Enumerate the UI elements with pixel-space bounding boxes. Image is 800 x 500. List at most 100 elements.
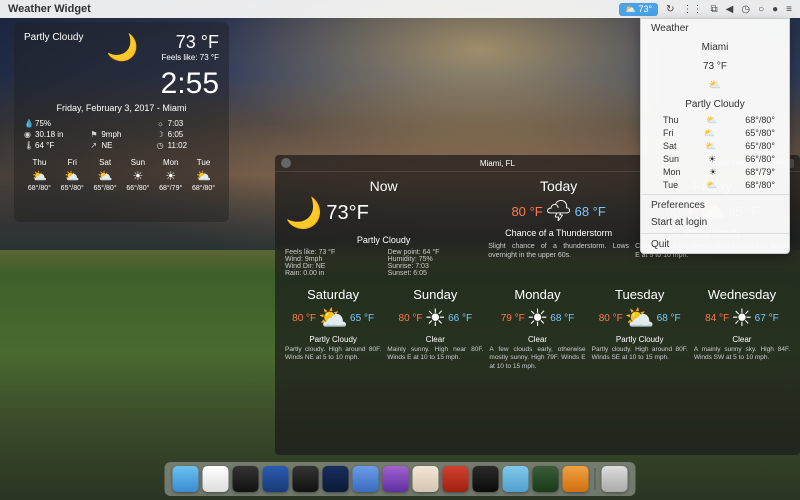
dock-trash[interactable] xyxy=(602,466,628,492)
dropdown-quit[interactable]: Quit xyxy=(641,236,789,253)
ws-sunset: ☽6:05 xyxy=(157,130,219,139)
forecast-day-card: Sunday 80 °F ☀ 66 °F Clear Mainly sunny.… xyxy=(387,287,483,371)
spotlight-icon[interactable]: ○ xyxy=(758,4,764,15)
dock-finder[interactable] xyxy=(173,466,199,492)
day-condition: Partly Cloudy xyxy=(592,335,688,344)
dock-app[interactable] xyxy=(503,466,529,492)
ws-temperature: 73 °F xyxy=(162,32,219,53)
forecast-day-card: Wednesday 84 °F ☀ 67 °F Clear A mainly s… xyxy=(694,287,790,371)
menubar-weather-indicator[interactable]: ⛅ 73° xyxy=(619,3,658,16)
now-feels: Feels like: 73 °F xyxy=(285,249,380,256)
day-desc: A few clouds early, otherwise mostly sun… xyxy=(489,346,585,371)
volume-icon[interactable]: ◀ xyxy=(726,4,734,15)
ws-wind-dir: ↗NE xyxy=(90,141,152,150)
today-desc: Slight chance of a thunderstorm. Lows ov… xyxy=(488,242,629,260)
storm-icon: 🌩 xyxy=(545,198,573,224)
menubar: Weather Widget ⛅ 73° ↻ ⋮⋮ ⧉ ◀ ◷ ○ ● ≡ xyxy=(0,0,800,18)
dock-app[interactable] xyxy=(293,466,319,492)
ws-feels-like: Feels like: 73 °F xyxy=(162,53,219,62)
dropdown-preferences[interactable]: Preferences xyxy=(641,197,789,214)
dock-app[interactable] xyxy=(263,466,289,492)
day-hi: 80 °F xyxy=(399,313,423,324)
day-condition: Clear xyxy=(694,335,790,344)
sunset-icon: ☽ xyxy=(157,130,166,139)
day-desc: A mainly sunny sky. High 84F. Winds SW a… xyxy=(694,346,790,363)
dock xyxy=(165,462,636,496)
notification-icon[interactable]: ● xyxy=(772,4,778,15)
now-wind: Wind: 9mph xyxy=(285,256,380,263)
wifi-icon[interactable]: ⋮⋮ xyxy=(682,4,702,15)
clock-icon[interactable]: ◷ xyxy=(741,4,750,15)
dock-app[interactable] xyxy=(563,466,589,492)
refresh-icon[interactable]: ↻ xyxy=(666,4,674,15)
ws-time: 2:55 xyxy=(24,67,219,101)
day-title: Saturday xyxy=(285,287,381,302)
dock-app[interactable] xyxy=(383,466,409,492)
dropdown-forecast-row: Fri⛅65°/80° xyxy=(641,127,789,140)
now-wind-dir: Wind Dir: NE xyxy=(285,263,380,270)
forecast-day-card: Saturday 80 °F ⛅ 65 °F Partly Cloudy Par… xyxy=(285,287,381,371)
day-title: Monday xyxy=(489,287,585,302)
menu-icon[interactable]: ≡ xyxy=(786,4,792,15)
forecast-day-card: Monday 79 °F ☀ 68 °F Clear A few clouds … xyxy=(489,287,585,371)
today-title: Today xyxy=(488,178,629,194)
day-desc: Partly cloudy. High around 80F. Winds SE… xyxy=(592,346,688,363)
ws-forecast-day: Thu⛅68°/80° xyxy=(24,158,55,192)
weather-icon: ☀ xyxy=(731,304,753,333)
dropdown-location: Miami xyxy=(641,38,789,57)
sunrise-icon: ☼ xyxy=(157,119,166,128)
today-lo: 68 °F xyxy=(575,204,606,219)
now-dew: Dew point: 64 °F xyxy=(388,249,483,256)
now-rain: Rain: 0.00 in xyxy=(285,270,380,277)
clock-icon: ◷ xyxy=(157,141,166,150)
ws-weather-icon: 🌙 xyxy=(106,32,138,63)
forecast-day-card: Tuesday 80 °F ⛅ 68 °F Partly Cloudy Part… xyxy=(592,287,688,371)
dropdown-forecast-row: Tue⛅68°/80° xyxy=(641,179,789,192)
day-title: Sunday xyxy=(387,287,483,302)
now-condition: Partly Cloudy xyxy=(285,235,482,245)
day-hi: 80 °F xyxy=(292,313,316,324)
now-temp: 73°F xyxy=(326,202,368,225)
day-lo: 67 °F xyxy=(755,313,779,324)
ws-forecast-day: Tue⛅68°/80° xyxy=(188,158,219,192)
dock-app[interactable] xyxy=(203,466,229,492)
weather-icon: ⛅ xyxy=(625,304,655,333)
ws-condition: Partly Cloudy xyxy=(24,32,83,43)
dock-app[interactable] xyxy=(443,466,469,492)
weather-icon: ⛅ xyxy=(318,304,348,333)
bluetooth-icon[interactable]: ⧉ xyxy=(710,4,717,15)
ws-wind: ⚑9mph xyxy=(90,130,152,139)
wind-icon: ⚑ xyxy=(90,130,99,139)
dropdown-condition: Partly Cloudy xyxy=(641,95,789,114)
dock-app[interactable] xyxy=(473,466,499,492)
day-lo: 68 °F xyxy=(550,313,574,324)
now-title: Now xyxy=(285,178,482,194)
ws-forecast-day: Mon☀68°/79° xyxy=(155,158,186,192)
ws-forecast-day: Sat⛅65°/80° xyxy=(90,158,121,192)
ws-pressure: ◉30.18 in xyxy=(24,130,86,139)
menubar-tray: ⛅ 73° ↻ ⋮⋮ ⧉ ◀ ◷ ○ ● ≡ xyxy=(619,3,800,16)
dock-photoshop[interactable] xyxy=(323,466,349,492)
dock-app[interactable] xyxy=(413,466,439,492)
close-button[interactable] xyxy=(281,158,291,168)
forecast-today: Today 80 °F 🌩 68 °F Chance of a Thunders… xyxy=(488,178,629,277)
dropdown-start-at-login[interactable]: Start at login xyxy=(641,214,789,231)
dropdown-temp: 73 °F xyxy=(641,57,789,76)
now-humidity: Humidity: 75% xyxy=(388,256,483,263)
dropdown-weather-icon: ⛅ xyxy=(641,76,789,95)
ws-humidity: 💧75% xyxy=(24,119,86,128)
ws-date: Friday, February 3, 2017 - Miami xyxy=(24,103,219,113)
ws-forecast-day: Fri⛅65°/80° xyxy=(57,158,88,192)
ws-forecast-day: Sun☀66°/80° xyxy=(122,158,153,192)
day-title: Tuesday xyxy=(592,287,688,302)
ws-dewpoint: 🌡64 °F xyxy=(24,141,86,150)
dock-app[interactable] xyxy=(533,466,559,492)
dewpoint-icon: 🌡 xyxy=(24,141,33,150)
forecast-now: Now 🌙 73°F Partly Cloudy Feels like: 73 … xyxy=(285,178,482,277)
dropdown-forecast-row: Sun☀66°/80° xyxy=(641,153,789,166)
day-lo: 68 °F xyxy=(657,313,681,324)
day-condition: Clear xyxy=(489,335,585,344)
dock-app[interactable] xyxy=(233,466,259,492)
dock-app[interactable] xyxy=(353,466,379,492)
day-condition: Clear xyxy=(387,335,483,344)
